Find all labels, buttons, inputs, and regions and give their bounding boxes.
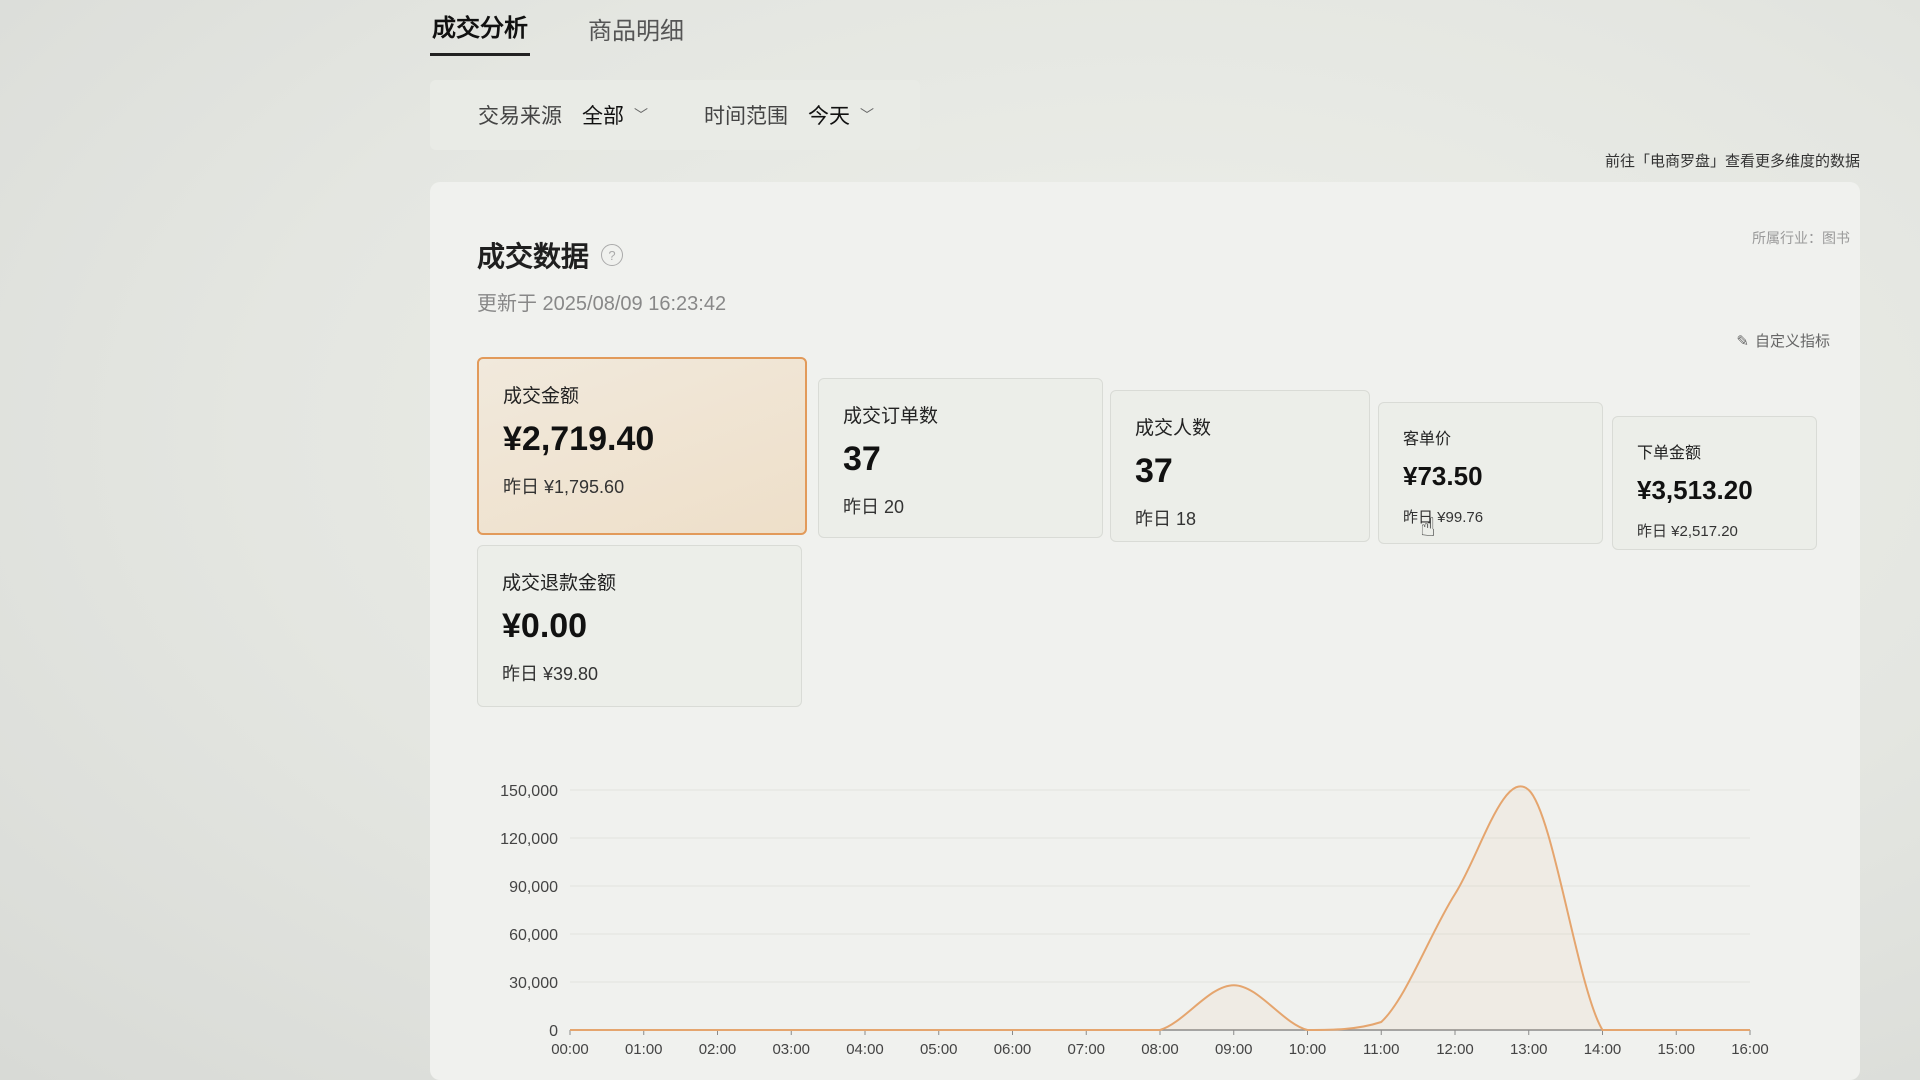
x-tick-label: 05:00 — [920, 1041, 958, 1058]
metric-card-refund[interactable]: 成交退款金额 ¥0.00 昨日 ¥39.80 — [477, 545, 802, 707]
x-tick-label: 12:00 — [1436, 1041, 1474, 1058]
metric-label: 成交金额 — [503, 386, 580, 407]
metric-card-buyers[interactable]: 成交人数 37 昨日 18 — [1110, 390, 1370, 542]
x-tick-label: 01:00 — [625, 1041, 663, 1058]
series-area — [570, 786, 1750, 1030]
metric-value: ¥0.00 — [502, 607, 588, 645]
metric-label: 成交退款金额 — [502, 573, 617, 594]
metric-value: ¥73.50 — [1403, 461, 1483, 491]
x-tick-label: 08:00 — [1141, 1041, 1179, 1058]
metric-card-order-amount[interactable]: 下单金额 ¥3,513.20 昨日 ¥2,517.20 — [1612, 416, 1817, 550]
x-tick-label: 04:00 — [846, 1041, 884, 1058]
metric-value: ¥3,513.20 — [1637, 475, 1753, 505]
help-icon[interactable]: ? — [601, 244, 624, 266]
industry-label: 所属行业：图书 — [1752, 230, 1850, 246]
metric-prev: 昨日 ¥1,795.60 — [503, 477, 625, 497]
metric-value: ¥2,719.40 — [503, 420, 655, 458]
metric-label: 下单金额 — [1637, 445, 1702, 462]
x-tick-label: 15:00 — [1657, 1041, 1695, 1058]
x-tick-label: 06:00 — [994, 1041, 1032, 1058]
chevron-down-icon: ﹀ — [860, 107, 874, 123]
tab-deal-analysis[interactable]: 成交分析 — [430, 8, 530, 56]
x-tick-label: 10:00 — [1289, 1041, 1327, 1058]
time-filter-label: 时间范围 — [704, 105, 788, 128]
x-tick-label: 07:00 — [1067, 1041, 1105, 1058]
x-tick-label: 03:00 — [772, 1041, 810, 1058]
metric-card-orders[interactable]: 成交订单数 37 昨日 20 — [818, 378, 1103, 538]
custom-metrics-label: 自定义指标 — [1754, 333, 1830, 350]
time-dropdown[interactable]: 今天 ﹀ — [808, 100, 874, 130]
updated-time: 更新于 2025/08/09 16:23:42 — [477, 293, 727, 315]
source-filter-label: 交易来源 — [478, 105, 562, 128]
y-tick-label: 90,000 — [509, 879, 558, 896]
metric-prev: 昨日 ¥39.80 — [502, 664, 599, 684]
source-dropdown-value: 全部 — [582, 105, 624, 128]
mouse-cursor-icon: ☝ — [1420, 512, 1436, 542]
source-dropdown[interactable]: 全部 ﹀ — [582, 100, 648, 130]
metric-label: 成交人数 — [1135, 418, 1212, 439]
metric-value: 37 — [843, 440, 881, 478]
section-title: 成交数据 ? — [477, 235, 624, 275]
y-tick-label: 0 — [549, 1023, 558, 1040]
metric-prev: 昨日 ¥2,517.20 — [1637, 523, 1738, 540]
metric-card-gmv[interactable]: 成交金额 ¥2,719.40 昨日 ¥1,795.60 — [477, 357, 807, 535]
y-tick-label: 30,000 — [509, 975, 558, 992]
metric-prev: 昨日 18 — [1135, 509, 1197, 529]
x-tick-label: 14:00 — [1584, 1041, 1622, 1058]
metric-value: 37 — [1135, 452, 1173, 490]
y-tick-label: 150,000 — [500, 783, 558, 800]
custom-metrics-button[interactable]: ✎ 自定义指标 — [1736, 330, 1830, 351]
metric-label: 成交订单数 — [843, 406, 939, 427]
x-tick-label: 02:00 — [699, 1041, 737, 1058]
gmv-trend-chart: 0 30,000 60,000 90,000 120,000 150,000 00:00 01… — [500, 783, 1769, 1058]
section-title-text: 成交数据 — [477, 241, 590, 272]
time-filter: 时间范围 今天 ﹀ — [704, 100, 874, 130]
y-tick-label: 120,000 — [500, 831, 558, 848]
y-tick-label: 60,000 — [509, 927, 558, 944]
tab-product-detail[interactable]: 商品明细 — [586, 11, 686, 56]
x-tick-label: 11:00 — [1363, 1041, 1399, 1058]
x-tick-label: 00:00 — [551, 1041, 589, 1058]
tab-bar: 成交分析 商品明细 — [430, 0, 686, 56]
x-tick-label: 09:00 — [1215, 1041, 1253, 1058]
metric-prev: 昨日 20 — [843, 497, 905, 517]
x-tick-label: 16:00 — [1731, 1041, 1769, 1058]
x-tick-label: 13:00 — [1510, 1041, 1548, 1058]
source-filter: 交易来源 全部 ﹀ — [478, 100, 648, 130]
metric-label: 客单价 — [1403, 431, 1452, 448]
metric-card-avg-price[interactable]: 客单价 ¥73.50 昨日 ¥99.76 — [1378, 402, 1603, 544]
edit-icon: ✎ — [1736, 332, 1749, 350]
compass-link[interactable]: 前往「电商罗盘」查看更多维度的数据 — [1605, 150, 1860, 171]
filter-bar: 交易来源 全部 ﹀ 时间范围 今天 ﹀ — [430, 80, 920, 150]
chevron-down-icon: ﹀ — [634, 107, 648, 123]
time-dropdown-value: 今天 — [808, 105, 850, 128]
